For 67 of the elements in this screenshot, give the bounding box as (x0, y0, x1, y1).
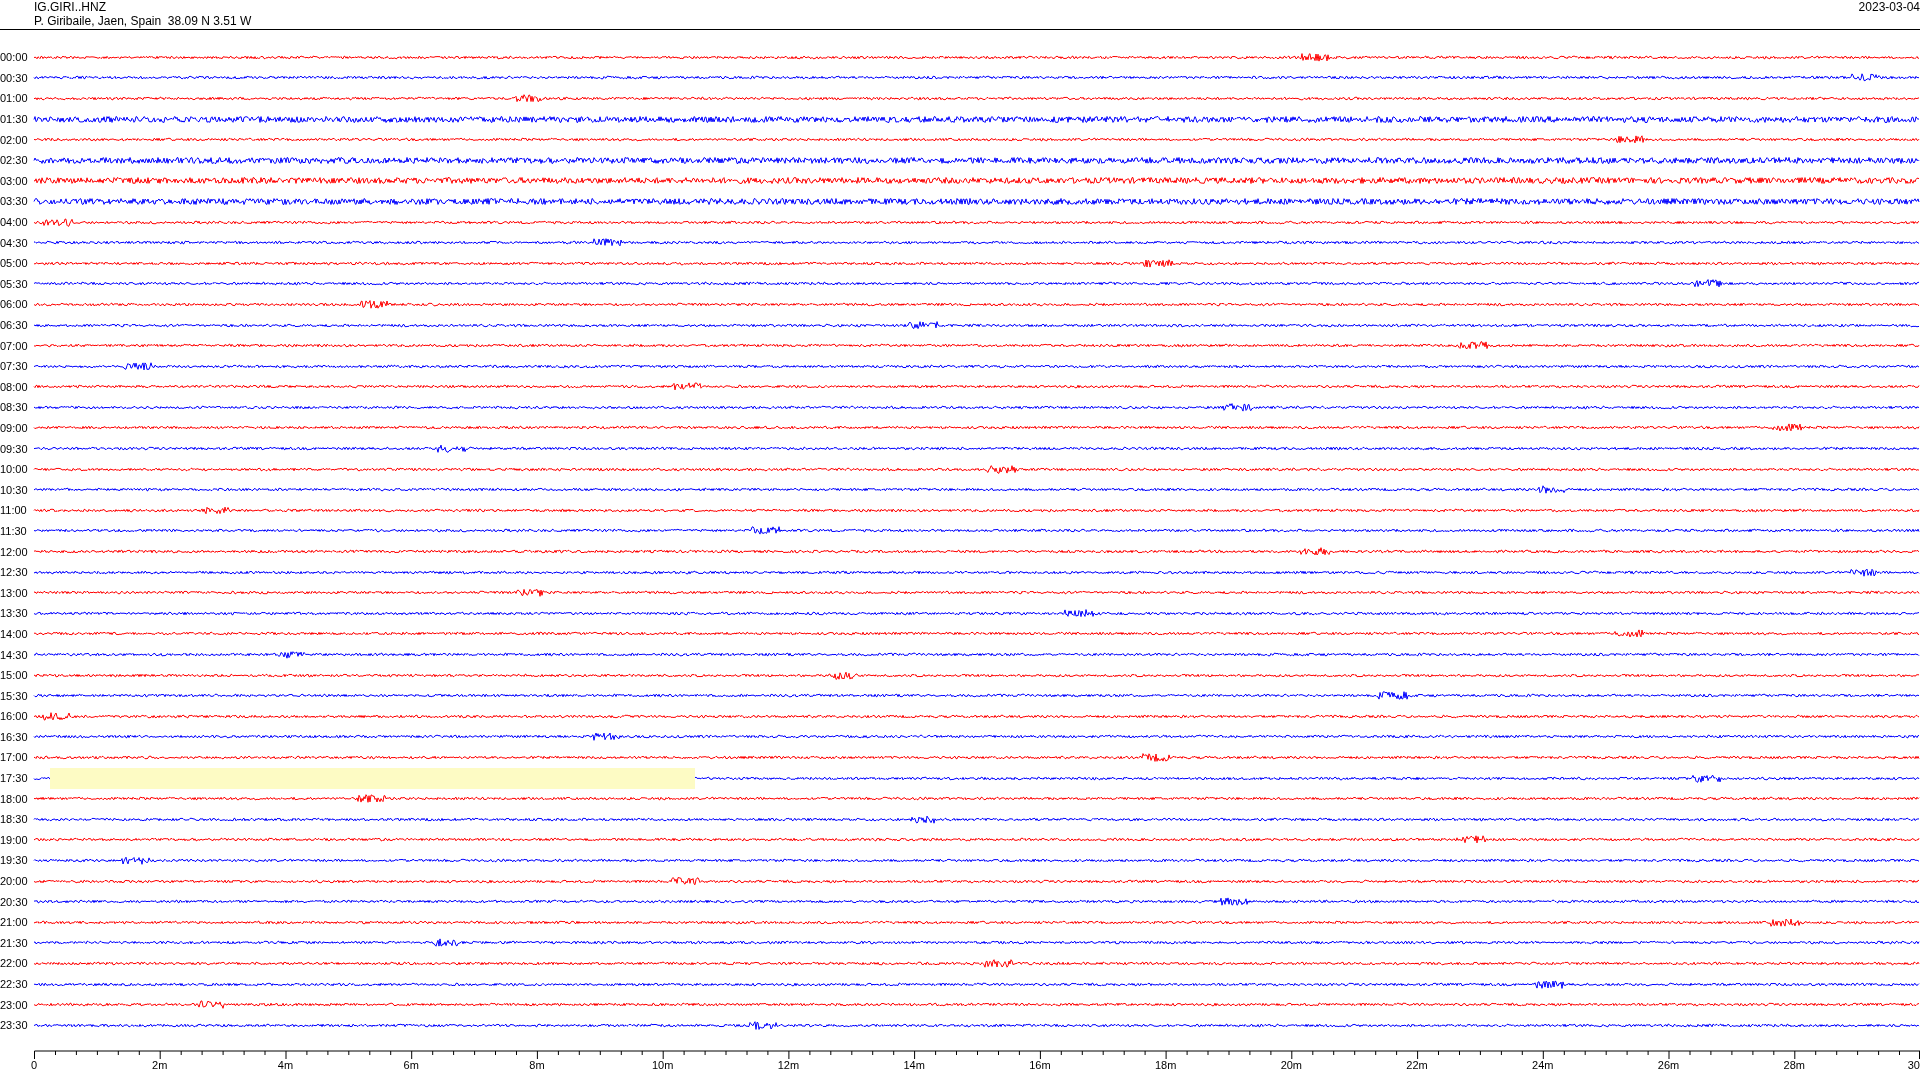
time-label: 00:30 (0, 71, 29, 84)
axis-tick-label: 26m (1657, 1058, 1680, 1071)
time-label: 15:30 (0, 689, 29, 702)
axis-tick-label: 18m (1154, 1058, 1177, 1071)
time-label: 06:00 (0, 298, 29, 311)
time-label: 12:00 (0, 545, 29, 558)
time-label: 06:30 (0, 319, 29, 331)
time-label: 01:30 (0, 113, 29, 126)
axis-tick-label: 22m (1406, 1058, 1428, 1071)
time-label: 07:00 (0, 339, 29, 352)
time-label: 00:00 (0, 51, 29, 64)
axis-tick-label: 30 (1907, 1058, 1920, 1071)
time-label: 14:30 (0, 648, 29, 661)
time-label: 19:00 (0, 833, 29, 846)
time-label: 10:30 (0, 483, 29, 496)
axis-tick-label: 8m (529, 1058, 545, 1071)
axis-tick-label: 24m (1532, 1058, 1554, 1071)
time-label: 13:30 (0, 607, 29, 620)
time-label: 10:00 (0, 463, 29, 476)
time-label: 18:30 (0, 813, 29, 826)
axis-tick-label: 0 (31, 1058, 38, 1071)
date-label: 2023-03-04 (1858, 0, 1920, 16)
time-label: 02:30 (0, 154, 29, 167)
station-location: P. Giribaile, Jaen, Spain 38.09 N 3.51 W (34, 14, 252, 28)
axis-tick-label: 14m (903, 1058, 925, 1071)
time-label: 17:30 (0, 772, 29, 785)
time-label: 15:00 (0, 669, 29, 682)
axis-tick-label: 28m (1783, 1058, 1805, 1071)
axis-tick-label: 12m (777, 1058, 800, 1071)
time-label: 08:30 (0, 401, 29, 414)
time-label: 08:00 (0, 380, 29, 393)
time-label: 01:00 (0, 92, 29, 105)
axis-tick-label: 4m (277, 1058, 294, 1071)
time-label: 21:00 (0, 916, 29, 929)
station-code: IG.GIRI..HNZ (34, 0, 107, 14)
time-label: 16:30 (0, 730, 29, 743)
time-label: 18:00 (0, 792, 29, 805)
time-label: 09:00 (0, 422, 29, 434)
time-label: 17:00 (0, 751, 29, 764)
axis-tick-label: 2m (152, 1058, 168, 1071)
time-label: 03:30 (0, 195, 29, 208)
time-label: 23:00 (0, 998, 29, 1011)
time-label: 04:00 (0, 216, 29, 229)
time-label: 20:00 (0, 875, 29, 888)
time-label: 23:30 (0, 1019, 29, 1032)
time-label: 03:00 (0, 174, 29, 187)
time-label: 11:00 (0, 504, 28, 517)
time-label: 11:30 (0, 524, 28, 537)
time-label: 12:30 (0, 566, 29, 579)
time-label: 20:30 (0, 895, 29, 908)
time-label: 02:00 (0, 133, 29, 146)
time-label: 07:30 (0, 360, 29, 373)
time-label: 22:00 (0, 957, 29, 970)
time-label: 21:30 (0, 936, 29, 949)
axis-tick-label: 16m (1029, 1058, 1051, 1071)
time-label: 14:00 (0, 627, 29, 640)
time-label: 05:00 (0, 257, 29, 270)
time-label: 19:30 (0, 854, 29, 867)
time-label: 04:30 (0, 236, 29, 249)
axis-tick-label: 6m (403, 1058, 419, 1071)
time-label: 13:00 (0, 586, 29, 599)
time-label: 05:30 (0, 277, 29, 290)
time-label: 16:00 (0, 710, 29, 723)
axis-tick-label: 20m (1280, 1058, 1303, 1071)
axis-tick-label: 10m (651, 1058, 674, 1071)
time-label: 22:30 (0, 978, 29, 990)
time-label: 09:30 (0, 442, 29, 455)
